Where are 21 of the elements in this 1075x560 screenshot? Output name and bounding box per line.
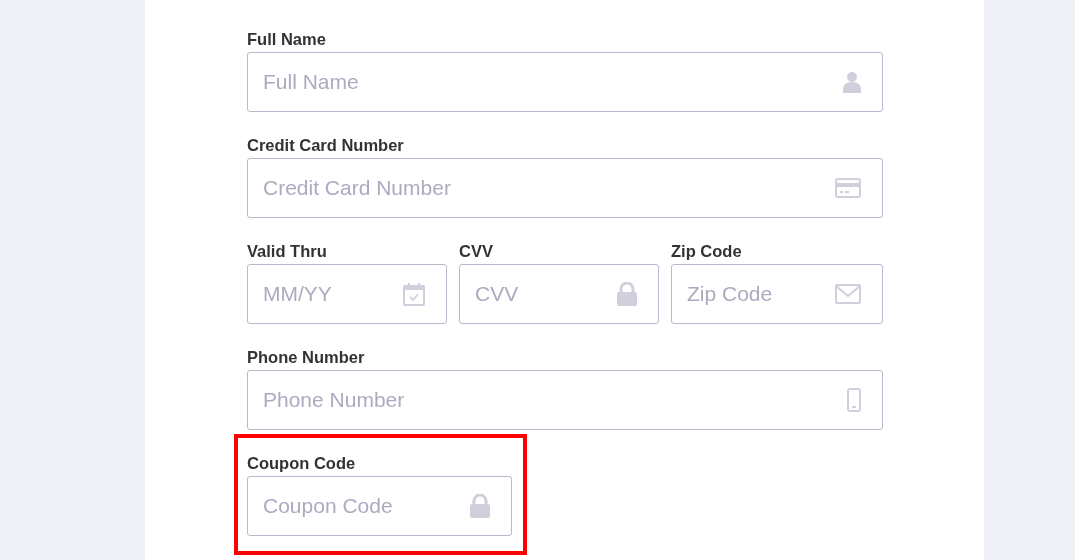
field-label: CVV xyxy=(459,241,493,262)
mobile-phone-icon xyxy=(847,388,861,412)
user-icon xyxy=(843,71,861,93)
input-field[interactable]: CVV xyxy=(459,264,659,324)
field-label: Credit Card Number xyxy=(247,135,404,156)
credit-card-icon xyxy=(835,178,861,198)
input-field[interactable]: Zip Code xyxy=(671,264,883,324)
input-field[interactable]: Coupon Code xyxy=(247,476,512,536)
input-field[interactable]: MM/YY xyxy=(247,264,447,324)
field-label: Coupon Code xyxy=(247,453,356,474)
field-label: Valid Thru xyxy=(247,241,327,262)
envelope-icon xyxy=(835,284,861,304)
calendar-icon xyxy=(403,282,425,306)
input-field[interactable]: Credit Card Number xyxy=(247,158,883,218)
input-field[interactable]: Phone Number xyxy=(247,370,883,430)
input-field[interactable]: Full Name xyxy=(247,52,883,112)
lock-icon xyxy=(617,282,637,306)
field-label: Zip Code xyxy=(671,241,742,262)
field-label: Phone Number xyxy=(247,347,365,368)
lock-icon xyxy=(470,494,490,518)
field-label: Full Name xyxy=(247,29,326,50)
